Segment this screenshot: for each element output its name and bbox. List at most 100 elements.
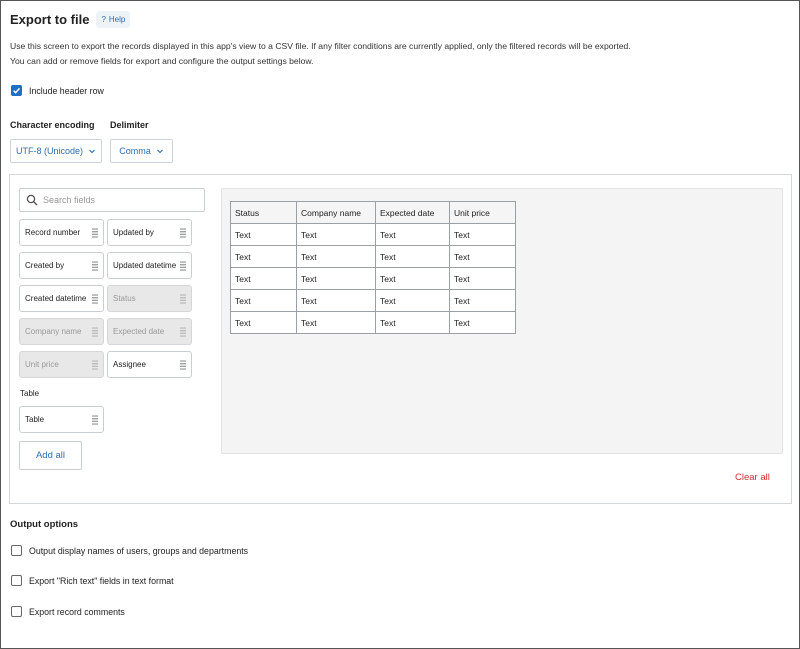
help-button[interactable]: ? Help — [96, 11, 131, 28]
check-icon — [13, 87, 21, 94]
table-cell: Text — [449, 267, 516, 290]
column-header-expected-date[interactable]: Expected date — [375, 201, 450, 224]
field-label: Created by — [25, 261, 65, 270]
chevron-down-icon — [156, 149, 163, 154]
include-header-row-option[interactable]: Include header row — [11, 85, 104, 96]
table-cell: Text — [375, 267, 450, 290]
drag-handle-icon[interactable] — [92, 228, 98, 238]
include-header-checkbox[interactable] — [11, 85, 22, 96]
output-option-comments[interactable]: Export record comments — [11, 606, 125, 617]
table-cell: Text — [230, 223, 297, 246]
drag-handle-icon — [180, 327, 186, 337]
column-header-status[interactable]: Status — [230, 201, 297, 224]
output-options-title: Output options — [10, 519, 79, 530]
table-header-row: Status Company name Expected date Unit p… — [230, 201, 516, 224]
add-all-button[interactable]: Add all — [19, 441, 82, 470]
search-icon — [26, 194, 38, 206]
help-label: Help — [108, 15, 126, 24]
comments-checkbox[interactable] — [11, 606, 22, 617]
field-updated-by[interactable]: Updated by — [107, 219, 192, 246]
page-title: Export to file — [10, 12, 90, 27]
drag-handle-icon[interactable] — [180, 360, 186, 370]
include-header-label: Include header row — [29, 85, 104, 96]
table-row: Text Text Text Text — [230, 245, 516, 268]
search-placeholder: Search fields — [43, 195, 96, 205]
output-option-display-names[interactable]: Output display names of users, groups an… — [11, 545, 248, 556]
description: Use this screen to export the records di… — [10, 39, 631, 68]
description-line: You can add or remove fields for export … — [10, 55, 314, 66]
table-cell: Text — [230, 267, 297, 290]
field-label: Company name — [25, 327, 82, 336]
field-created-by[interactable]: Created by — [19, 252, 104, 279]
column-header-company-name[interactable]: Company name — [296, 201, 376, 224]
chevron-down-icon — [89, 149, 95, 154]
field-company-name: Company name — [19, 318, 104, 345]
delimiter-dropdown[interactable]: Comma — [110, 139, 173, 163]
question-icon: ? — [101, 15, 106, 24]
field-label: Unit price — [25, 360, 59, 369]
table-cell: Text — [296, 311, 376, 334]
table-cell: Text — [449, 311, 516, 334]
table-cell: Text — [449, 245, 516, 268]
field-label: Updated datetime — [113, 261, 177, 270]
table-row: Text Text Text Text — [230, 267, 516, 290]
drag-handle-icon[interactable] — [92, 294, 98, 304]
field-label: Table — [25, 415, 45, 424]
encoding-label: Character encoding — [10, 120, 95, 130]
drag-handle-icon — [180, 294, 186, 304]
field-label: Status — [113, 294, 136, 303]
table-row: Text Text Text Text — [230, 311, 516, 334]
field-table[interactable]: Table — [19, 406, 104, 433]
export-dialog: Export to file ? Help Use this screen to… — [0, 0, 800, 649]
column-header-unit-price[interactable]: Unit price — [449, 201, 516, 224]
delimiter-value: Comma — [119, 146, 151, 156]
preview-table: Status Company name Expected date Unit p… — [230, 201, 516, 334]
field-record-number[interactable]: Record number — [19, 219, 104, 246]
table-cell: Text — [230, 289, 297, 312]
table-cell: Text — [296, 267, 376, 290]
table-cell: Text — [375, 223, 450, 246]
table-row: Text Text Text Text — [230, 223, 516, 246]
rich-text-checkbox[interactable] — [11, 575, 22, 586]
option-label: Output display names of users, groups an… — [29, 545, 249, 556]
field-label: Record number — [25, 228, 81, 237]
drag-handle-icon — [92, 327, 98, 337]
option-label: Export record comments — [29, 606, 125, 617]
field-unit-price: Unit price — [19, 351, 104, 378]
drag-handle-icon[interactable] — [92, 415, 98, 425]
drag-handle-icon[interactable] — [180, 261, 186, 271]
table-cell: Text — [230, 311, 297, 334]
header: Export to file ? Help — [10, 11, 131, 28]
table-cell: Text — [375, 245, 450, 268]
table-cell: Text — [296, 223, 376, 246]
table-cell: Text — [296, 289, 376, 312]
encoding-value: UTF-8 (Unicode) — [15, 146, 83, 156]
display-names-checkbox[interactable] — [11, 545, 22, 556]
search-fields-input[interactable]: Search fields — [19, 188, 205, 212]
field-label: Updated by — [113, 228, 154, 237]
field-expected-date: Expected date — [107, 318, 192, 345]
table-cell: Text — [230, 245, 297, 268]
drag-handle-icon[interactable] — [180, 228, 186, 238]
table-section-label: Table — [20, 389, 40, 398]
drag-handle-icon — [92, 360, 98, 370]
clear-all-link[interactable]: Clear all — [735, 472, 770, 483]
option-label: Export "Rich text" fields in text format — [29, 575, 174, 586]
table-cell: Text — [449, 223, 516, 246]
table-cell: Text — [296, 245, 376, 268]
delimiter-label: Delimiter — [110, 120, 149, 130]
field-label: Expected date — [113, 327, 165, 336]
table-cell: Text — [375, 289, 450, 312]
output-option-rich-text[interactable]: Export "Rich text" fields in text format — [11, 575, 174, 586]
table-cell: Text — [449, 289, 516, 312]
field-label: Assignee — [113, 360, 146, 369]
description-line: Use this screen to export the records di… — [10, 41, 631, 51]
field-updated-datetime[interactable]: Updated datetime — [107, 252, 192, 279]
table-row: Text Text Text Text — [230, 289, 516, 312]
field-status: Status — [107, 285, 192, 312]
encoding-dropdown[interactable]: UTF-8 (Unicode) — [10, 139, 102, 163]
field-created-datetime[interactable]: Created datetime — [19, 285, 104, 312]
table-cell: Text — [375, 311, 450, 334]
field-assignee[interactable]: Assignee — [107, 351, 192, 378]
drag-handle-icon[interactable] — [92, 261, 98, 271]
